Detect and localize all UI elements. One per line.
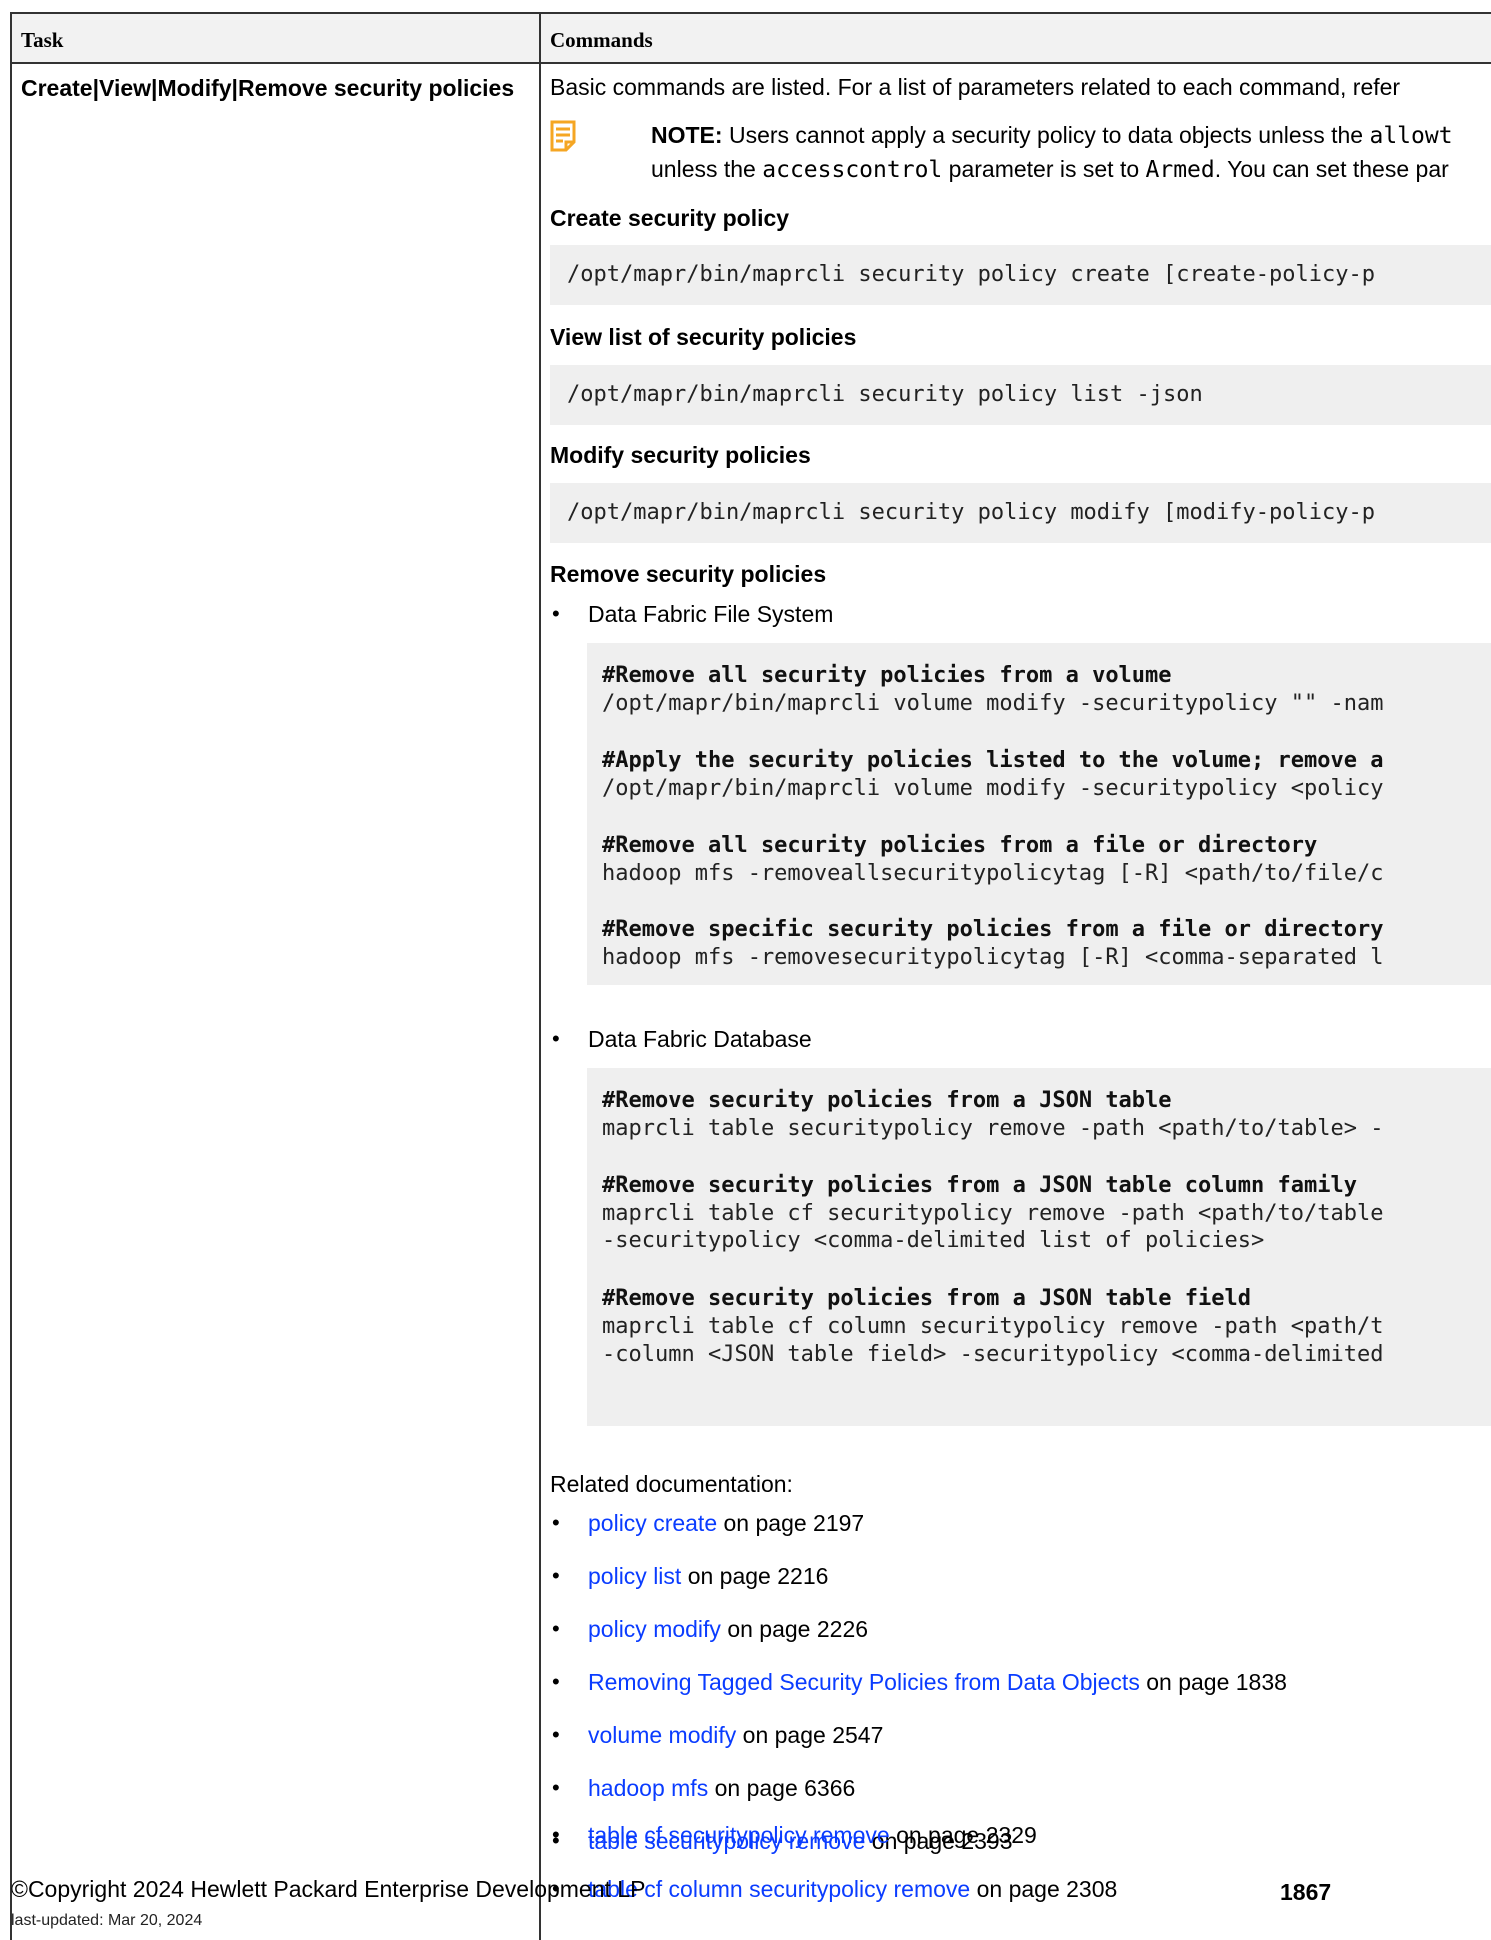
related-link[interactable]: policy list [588,1563,681,1589]
modify-code-line: /opt/mapr/bin/maprcli security policy mo… [567,500,1375,525]
fs-code-line: /opt/mapr/bin/maprcli volume modify -sec… [602,691,1384,716]
bullet-icon: • [552,601,560,626]
view-code[interactable]: /opt/mapr/bin/maprcli security policy li… [550,365,1491,425]
note-line-2: unless the accesscontrol parameter is se… [651,154,1449,185]
fs-code-block[interactable]: #Remove all security policies from a vol… [587,643,1491,985]
db-code-line: maprcli table securitypolicy remove -pat… [602,1116,1384,1141]
note-text-2c: . You can set these par [1214,156,1449,182]
db-code-block[interactable]: #Remove security policies from a JSON ta… [587,1068,1491,1426]
related-item: hadoop mfs on page 6366 [588,1775,855,1802]
modify-code[interactable]: /opt/mapr/bin/maprcli security policy mo… [550,483,1491,543]
related-label: Related documentation: [550,1471,793,1497]
fs-bullet-label: Data Fabric File System [588,601,834,627]
bullet-icon: • [552,1510,560,1535]
footer-copyright: ©Copyright 2024 Hewlett Packard Enterpri… [11,1876,646,1902]
header-task: Task [21,28,64,52]
bullet-icon: • [552,1775,560,1800]
related-page: on page 2226 [720,1616,869,1642]
note-line-1: NOTE: Users cannot apply a security poli… [651,120,1453,151]
fs-code-line: #Remove all security policies from a fil… [602,833,1318,858]
related-item: policy create on page 2197 [588,1510,864,1537]
note-text-1: Users cannot apply a security policy to … [728,122,1370,148]
column-divider [539,14,541,1940]
related-page: on page 2547 [736,1722,884,1748]
related-page: on page 2197 [717,1510,865,1536]
db-code-line: #Remove security policies from a JSON ta… [602,1088,1172,1113]
fs-code-line: #Apply the security policies listed to t… [602,748,1384,773]
related-link[interactable]: hadoop mfs [588,1775,708,1801]
related-item: Removing Tagged Security Policies from D… [588,1669,1287,1696]
create-code[interactable]: /opt/mapr/bin/maprcli security policy cr… [550,245,1491,305]
document-page: Task Commands Create|View|Modify|Remove … [0,0,1491,1940]
related-link[interactable]: volume modify [588,1722,736,1748]
bullet-icon: • [552,1563,560,1588]
fs-code-line: /opt/mapr/bin/maprcli volume modify -sec… [602,776,1384,801]
db-code-line: #Remove security policies from a JSON ta… [602,1286,1252,1311]
related-page: on page 2308 [970,1876,1118,1902]
related-item: policy modify on page 2226 [588,1616,868,1643]
note-label: NOTE: [651,122,723,148]
note-text-2b: parameter is set to [942,156,1146,182]
related-page: on page 2329 [889,1822,1037,1848]
related-item: policy list on page 2216 [588,1563,828,1590]
header-commands: Commands [550,28,653,52]
fs-code-line: hadoop mfs -removeallsecuritypolicytag [… [602,861,1384,886]
fs-code-line: #Remove all security policies from a vol… [602,663,1172,688]
note-code-3: Armed [1145,157,1215,183]
related-link[interactable]: table cf securitypolicy remove [588,1822,890,1848]
bullet-icon: • [552,1822,560,1847]
fs-code-line: hadoop mfs -removesecuritypolicytag [-R]… [602,945,1384,970]
create-code-line: /opt/mapr/bin/maprcli security policy cr… [567,262,1375,287]
db-code-line: -column <JSON table field> -securitypoli… [602,1342,1384,1367]
related-item: table cf securitypolicy remove on page 2… [588,1822,1037,1849]
modify-heading: Modify security policies [550,442,811,468]
create-heading: Create security policy [550,205,790,231]
view-code-line: /opt/mapr/bin/maprcli security policy li… [567,382,1203,407]
note-icon [550,120,576,152]
note-block: NOTE: Users cannot apply a security poli… [550,118,1491,188]
related-page: on page 1838 [1139,1669,1287,1695]
view-heading: View list of security policies [550,324,857,350]
db-code-line: -securitypolicy <comma-delimited list of… [602,1228,1265,1253]
db-code-line: #Remove security policies from a JSON ta… [602,1173,1357,1198]
related-page: on page 6366 [708,1775,856,1801]
related-item: table cf column securitypolicy remove on… [588,1876,1117,1903]
related-link[interactable]: Removing Tagged Security Policies from D… [588,1669,1140,1695]
db-code-line: maprcli table cf column securitypolicy r… [602,1314,1384,1339]
related-link[interactable]: policy modify [588,1616,721,1642]
page-number: 1867 [1280,1879,1332,1905]
db-code-line: maprcli table cf securitypolicy remove -… [602,1201,1384,1226]
bullet-icon: • [552,1722,560,1747]
bullet-icon: • [552,1026,560,1051]
bullet-icon: • [552,1669,560,1694]
note-code-2: accesscontrol [762,157,943,183]
bullet-icon: • [552,1616,560,1641]
note-code-1: allowt [1369,123,1453,149]
intro-text: Basic commands are listed. For a list of… [550,74,1401,100]
note-text-2a: unless the [651,156,763,182]
related-page: on page 2216 [681,1563,829,1589]
fs-code-line: #Remove specific security policies from … [602,917,1384,942]
footer-last-updated: last-updated: Mar 20, 2024 [11,1912,203,1929]
remove-heading: Remove security policies [550,561,827,587]
task-cell: Create|View|Modify|Remove security polic… [21,75,515,101]
related-link[interactable]: policy create [588,1510,717,1536]
related-item: volume modify on page 2547 [588,1722,883,1749]
db-bullet-label: Data Fabric Database [588,1026,812,1052]
